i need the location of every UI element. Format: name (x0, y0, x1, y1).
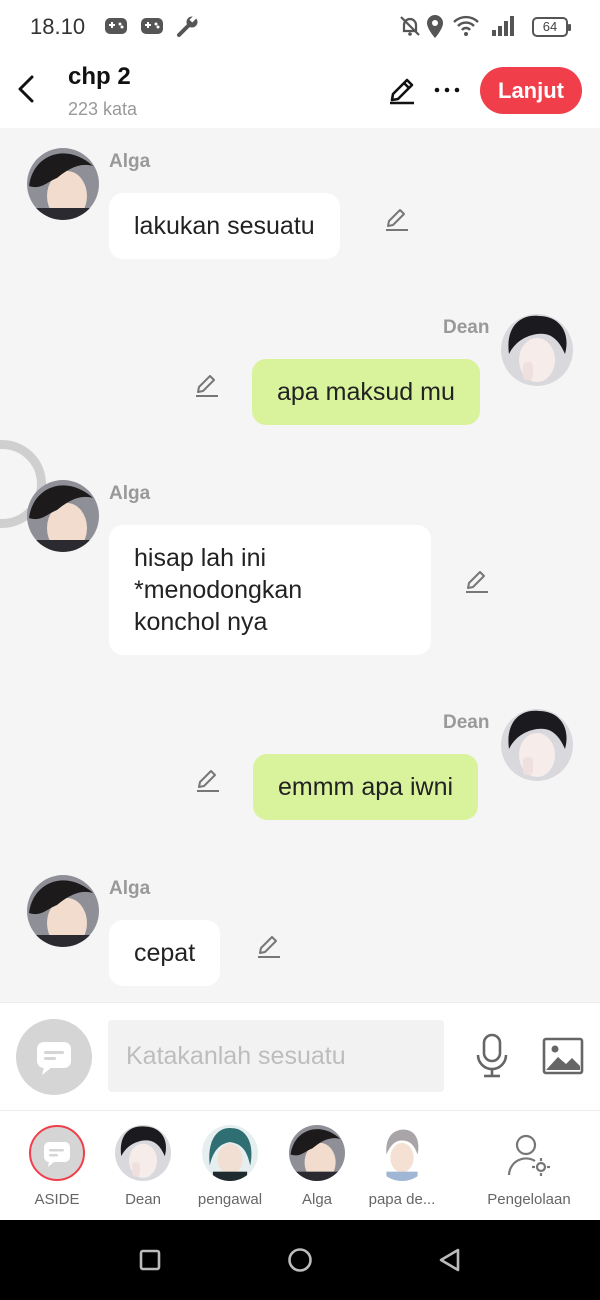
character-papa[interactable]: papa de... (358, 1123, 446, 1215)
system-nav-bar (0, 1220, 600, 1300)
manage-characters-button[interactable]: Pengelolaan (484, 1123, 574, 1215)
gamepad-icon (141, 18, 163, 34)
home-icon[interactable] (286, 1246, 314, 1274)
aside-toggle-button[interactable] (16, 1019, 92, 1095)
chat-bubble-icon (44, 1142, 70, 1167)
microphone-icon[interactable] (474, 1033, 510, 1079)
message-bubble[interactable]: apa maksud mu (252, 359, 480, 425)
character-label: ASIDE (34, 1191, 80, 1208)
character-label: pengawal (197, 1191, 263, 1208)
location-icon (427, 15, 443, 38)
avatar-alga[interactable] (27, 480, 99, 552)
sender-name: Dean (443, 317, 490, 338)
chapter-header: chp 2 223 kata Lanjut (0, 56, 600, 128)
continue-button[interactable]: Lanjut (480, 67, 582, 114)
bell-off-icon (400, 16, 420, 36)
chat-area[interactable]: Alga lakukan sesuatu Dean apa maksud mu … (0, 128, 600, 1002)
edit-message-pencil-icon[interactable] (195, 767, 221, 793)
user-settings-icon (507, 1134, 550, 1176)
chapter-title: chp 2 (68, 63, 131, 90)
character-label: papa de... (368, 1191, 436, 1208)
avatar-alga[interactable] (27, 875, 99, 947)
message-line: hisap lah ini (134, 544, 267, 572)
back-arrow-icon[interactable] (12, 72, 42, 106)
message-bubble[interactable]: emmm apa iwni (253, 754, 479, 820)
avatar (374, 1125, 430, 1181)
chat-bubble-icon (37, 1042, 71, 1075)
status-bar: 18.10 64 (0, 0, 600, 56)
recent-apps-icon[interactable] (136, 1246, 164, 1274)
character-label: Dean (125, 1191, 161, 1208)
character-dean[interactable]: Dean (99, 1123, 187, 1215)
avatar-alga[interactable] (27, 148, 99, 220)
character-alga[interactable]: Alga (273, 1123, 361, 1215)
wrench-icon (177, 15, 198, 37)
wifi-icon (453, 15, 479, 36)
character-label: Pengelolaan (487, 1191, 571, 1208)
composer-bar (0, 1002, 600, 1110)
edit-message-pencil-icon[interactable] (256, 933, 282, 959)
word-count: 223 kata (68, 99, 138, 119)
sender-name: Alga (109, 483, 151, 504)
message-bubble[interactable]: lakukan sesuatu (109, 193, 340, 259)
sender-name: Alga (109, 151, 151, 172)
signal-icon (492, 16, 514, 36)
character-label: Alga (301, 1191, 333, 1208)
more-options-icon[interactable] (432, 74, 462, 106)
back-triangle-icon[interactable] (436, 1246, 464, 1274)
sender-name: Alga (109, 878, 151, 899)
avatar (115, 1125, 171, 1181)
avatar (202, 1125, 258, 1181)
message-line: konchol nya (134, 608, 268, 636)
battery-icon: 64 (532, 17, 571, 37)
character-bar: ASIDE Dean pengawal Alga papa de... Peng… (0, 1110, 600, 1220)
sender-name: Dean (443, 712, 490, 733)
edit-message-pencil-icon[interactable] (464, 568, 490, 594)
avatar-dean[interactable] (501, 709, 573, 781)
avatar-dean[interactable] (501, 314, 573, 386)
aside-avatar (29, 1125, 85, 1181)
gamepad-icon (105, 18, 127, 34)
edit-message-pencil-icon[interactable] (194, 372, 220, 398)
image-icon[interactable] (542, 1037, 584, 1075)
message-line: *menodongkan (134, 576, 303, 604)
message-bubble[interactable]: cepat (109, 920, 221, 986)
message-bubble[interactable]: hisap lah ini *menodongkan konchol nya (109, 525, 431, 655)
edit-pencil-icon[interactable] (386, 74, 418, 106)
character-aside[interactable]: ASIDE (13, 1123, 101, 1215)
character-pengawal[interactable]: pengawal (186, 1123, 274, 1215)
message-input[interactable] (108, 1020, 444, 1092)
avatar (289, 1125, 345, 1181)
status-time: 18.10 (30, 14, 86, 39)
edit-message-pencil-icon[interactable] (384, 206, 410, 232)
